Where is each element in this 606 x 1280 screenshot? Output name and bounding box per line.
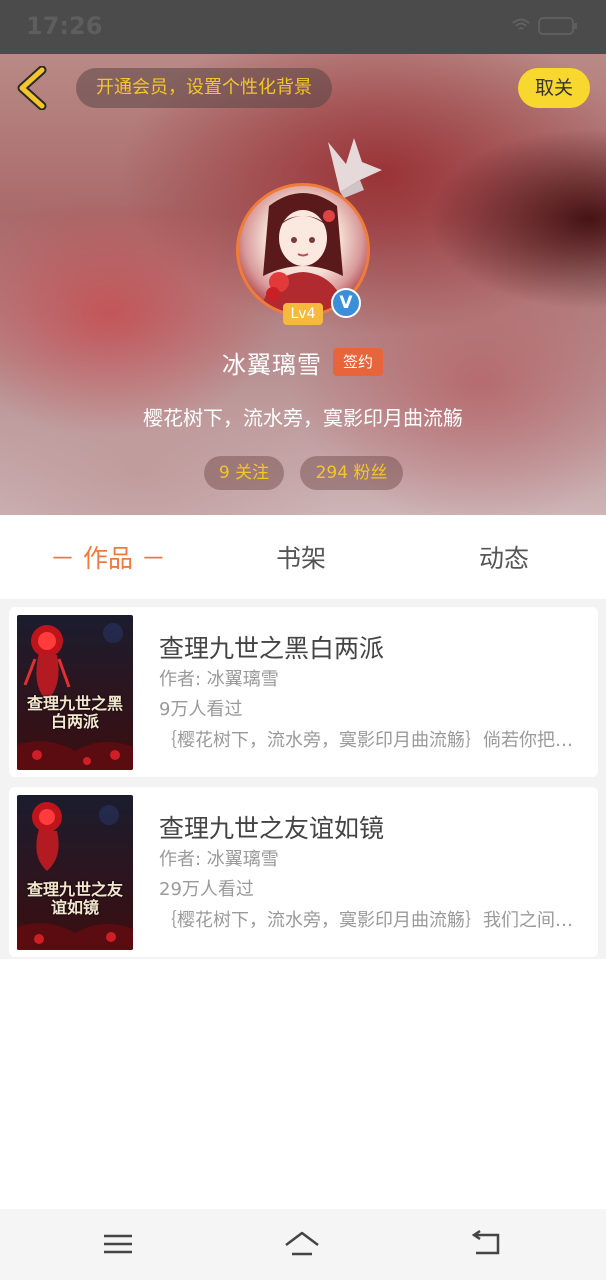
home-icon[interactable] xyxy=(284,1229,320,1259)
tab-works[interactable]: － 作品 － xyxy=(50,539,166,575)
tab-activity[interactable]: 动态 xyxy=(479,539,529,575)
book-cover: 查理九世之黑白两派 xyxy=(17,615,133,770)
book-author: 作者: 冰翼璃雪 xyxy=(159,669,279,690)
return-icon[interactable] xyxy=(468,1229,504,1259)
book-description: ｛樱花树下，流水旁，寞影印月曲流觞｝倘若你把人生看作是一场游戏，那么这场游戏的规… xyxy=(159,730,574,751)
tab-bar: － 作品 － 书架 动态 xyxy=(0,515,606,599)
book-author: 作者: 冰翼璃雪 xyxy=(159,849,279,870)
book-card[interactable]: 查理九世之黑白两派 查理九世之黑白两派 作者: 冰翼璃雪 9万人看过 ｛樱花树下… xyxy=(9,607,598,777)
system-nav-bar xyxy=(0,1209,606,1280)
back-arrow-icon xyxy=(17,65,47,111)
fans-count[interactable]: 294 粉丝 xyxy=(300,456,403,490)
cover-title: 查理九世之友谊如镜 xyxy=(26,880,123,917)
following-count[interactable]: 9 关注 xyxy=(204,456,284,490)
tab-bookshelf[interactable]: 书架 xyxy=(276,539,326,575)
book-views: 29万人看过 xyxy=(159,879,254,900)
book-views: 9万人看过 xyxy=(159,699,243,720)
status-bar: 17:26 xyxy=(0,0,606,54)
level-badge: Lv4 xyxy=(283,303,323,325)
battery-icon xyxy=(538,17,577,35)
back-button[interactable] xyxy=(14,65,54,111)
verified-icon: V xyxy=(331,288,361,318)
book-title[interactable]: 查理九世之友谊如镜 xyxy=(159,809,384,845)
username: 冰翼璃雪 xyxy=(222,351,322,379)
cover-title: 查理九世之黑白两派 xyxy=(26,694,123,731)
book-card[interactable]: 查理九世之友谊如镜 查理九世之友谊如镜 作者: 冰翼璃雪 29万人看过 ｛樱花树… xyxy=(9,787,598,957)
wifi-icon xyxy=(512,18,530,34)
menu-icon[interactable] xyxy=(100,1229,136,1259)
signed-badge: 签约 xyxy=(333,348,383,376)
vip-background-banner[interactable]: 开通会员，设置个性化背景 xyxy=(76,68,332,108)
unfollow-button[interactable]: 取关 xyxy=(518,68,590,108)
book-cover: 查理九世之友谊如镜 xyxy=(17,795,133,950)
book-description: ｛樱花树下，流水旁，寞影印月曲流觞｝我们之间的友谊就像一面镜子 xyxy=(159,910,574,931)
bio: 樱花树下，流水旁，寞影印月曲流觞 xyxy=(143,406,463,430)
cover-art xyxy=(17,802,133,950)
cover-art xyxy=(17,623,133,770)
status-time: 17:26 xyxy=(26,12,103,40)
book-title[interactable]: 查理九世之黑白两派 xyxy=(159,629,384,665)
